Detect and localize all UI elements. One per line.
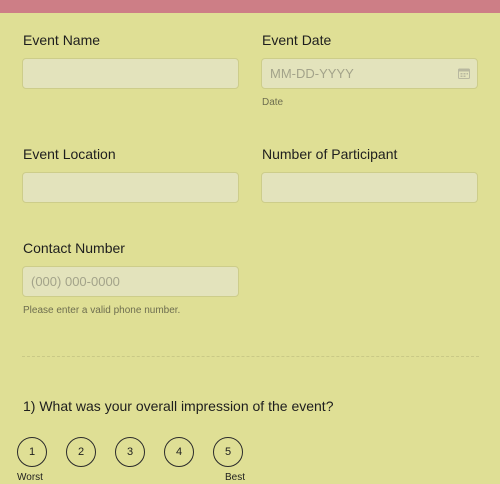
event-date-sublabel: Date xyxy=(262,97,284,108)
contact-number-sublabel: Please enter a valid phone number. xyxy=(23,305,181,316)
rating-low-label: Worst xyxy=(17,472,43,483)
calendar-icon[interactable] xyxy=(458,68,470,79)
rating-option-2[interactable]: 2 xyxy=(66,437,96,467)
rating-high-label: Best xyxy=(225,472,246,483)
section-divider xyxy=(22,356,479,357)
rating-option-3[interactable]: 3 xyxy=(115,437,145,467)
contact-number-label: Contact Number xyxy=(23,240,125,256)
event-name-input[interactable] xyxy=(22,58,239,89)
event-location-input[interactable] xyxy=(22,172,239,203)
rating-option-5[interactable]: 5 xyxy=(213,437,243,467)
contact-number-input[interactable] xyxy=(22,266,239,297)
event-date-input[interactable] xyxy=(261,58,478,89)
participants-label: Number of Participant xyxy=(262,146,398,162)
event-location-label: Event Location xyxy=(23,146,116,162)
event-name-label: Event Name xyxy=(23,32,101,48)
rating-option-1[interactable]: 1 xyxy=(17,437,47,467)
participants-input[interactable] xyxy=(261,172,478,203)
rating-option-4[interactable]: 4 xyxy=(164,437,194,467)
header-accent-bar xyxy=(0,0,500,13)
rating-question: 1) What was your overall impression of t… xyxy=(23,398,334,414)
event-date-label: Event Date xyxy=(262,32,332,48)
